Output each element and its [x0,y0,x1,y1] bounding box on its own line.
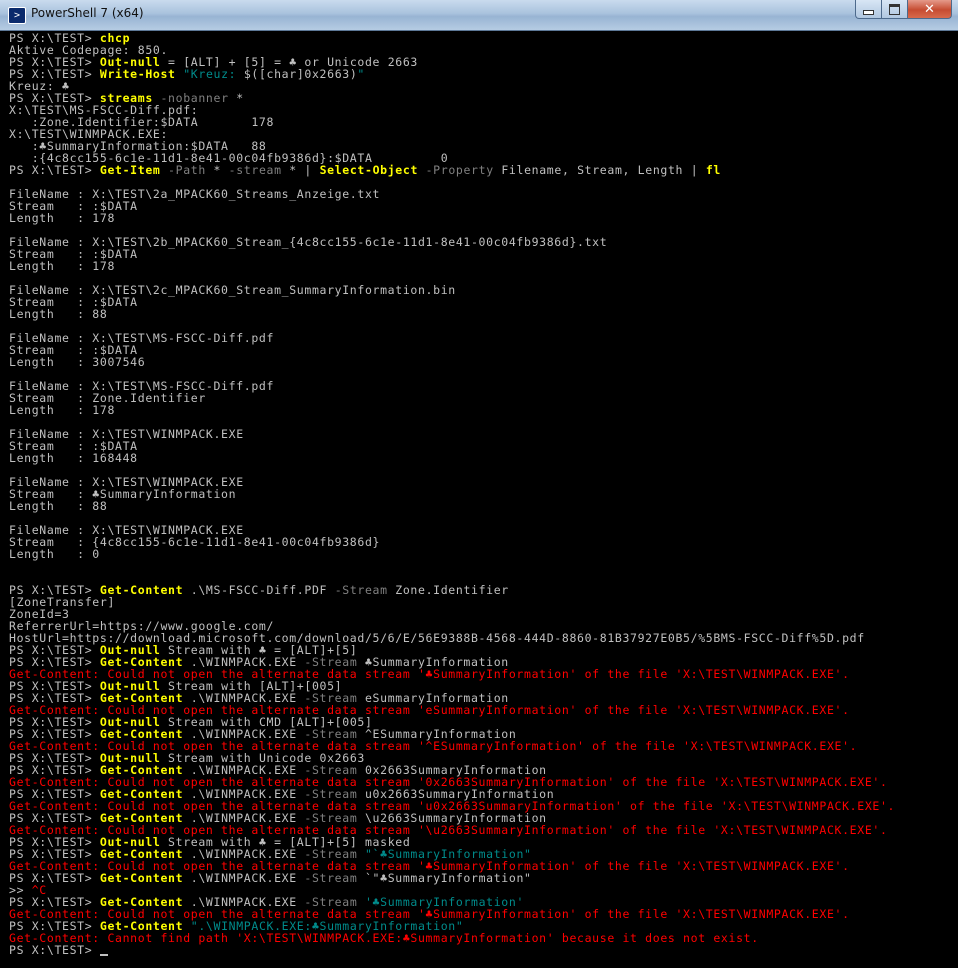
maximize-button[interactable] [882,0,908,19]
console-text-default: `"♣SummaryInformation" [357,871,532,885]
powershell-icon: > [8,7,26,24]
console-line: FileName : X:\TEST\2b_MPACK60_Stream_{4c… [9,236,954,248]
console-line: Length : 0 [9,548,954,560]
text-cursor [99,954,108,956]
console-text-default: Zone.Identifier [387,583,509,597]
console-line: FileName : X:\TEST\MS-FSCC-Diff.pdf [9,332,954,344]
console-text-default: Length : 178 [9,211,116,225]
console-text-default: .\MS-FSCC-Diff.PDF [183,583,335,597]
console-line: Stream : Zone.Identifier [9,392,954,404]
maximize-icon [889,3,900,15]
console-line: PS X:\TEST> [9,944,954,956]
console-line: PS X:\TEST> Get-Content .\MS-FSCC-Diff.P… [9,584,954,596]
console-text-parameter: -Stream [334,583,388,597]
console-text-command: Get-Item [99,163,161,177]
console-text-default: Length : 0 [9,547,100,561]
console-text-error: Get-Content: Cannot find path 'X:\TEST\W… [9,931,759,945]
window-title: PowerShell 7 (x64) [31,6,144,20]
console-text-string: "Kreuz: [183,67,244,81]
console-line: Length : 88 [9,308,954,320]
console-line: FileName : X:\TEST\2c_MPACK60_Stream_Sum… [9,284,954,296]
title-bar[interactable]: > PowerShell 7 (x64) ✕ [0,0,958,31]
console-line: [ZoneTransfer] [9,596,954,608]
console-text-default: PS X:\TEST> [9,943,100,957]
console-text-string: " [357,67,365,81]
console-line: Length : 88 [9,500,954,512]
console-line: Length : 168448 [9,452,954,464]
console-text-command: Get-Content [99,871,184,885]
console-text-default: .\WINMPACK.EXE [183,871,305,885]
console-line: Stream : :$DATA [9,200,954,212]
console-text-default: Length : 88 [9,307,108,321]
console-line: Get-Content: Cannot find path 'X:\TEST\W… [9,932,954,944]
console-text-parameter: -Property [418,163,494,177]
console-line: FileName : X:\TEST\WINMPACK.EXE [9,428,954,440]
console-line: Length : 3007546 [9,356,954,368]
console-line: Stream : :$DATA [9,440,954,452]
console-text-default: Length : 88 [9,499,108,513]
console-text-command: Write-Host [99,67,176,81]
powershell-window: > PowerShell 7 (x64) ✕ PS X:\TEST> chcp A… [0,0,958,968]
console-text-command: fl [705,163,721,177]
console-text-default: * [228,91,244,105]
console-text-default: * [205,163,229,177]
console-line: FileName : X:\TEST\2a_MPACK60_Streams_An… [9,188,954,200]
console-line: PS X:\TEST> Get-Content .\WINMPACK.EXE -… [9,872,954,884]
minimize-button[interactable] [855,0,882,19]
console-text-parameter: -stream [228,163,282,177]
console-line: Stream : {4c8cc155-6c1e-11d1-8e41-00c04f… [9,536,954,548]
console-text-default: $([char]0x2663) [243,67,358,81]
console-text-command: Select-Object [319,163,419,177]
close-button[interactable]: ✕ [908,0,952,19]
console-line: Stream : :$DATA [9,344,954,356]
console-line: Length : 178 [9,260,954,272]
console-line: PS X:\TEST> Write-Host "Kreuz: $([char]0… [9,68,954,80]
console-line: Length : 178 [9,404,954,416]
window-controls: ✕ [855,0,952,20]
console-line: Stream : :$DATA [9,248,954,260]
console-text-parameter: -Path [160,163,206,177]
console-text-default: Length : 178 [9,403,116,417]
minimize-icon [863,9,874,15]
console-text-default: * | [281,163,320,177]
close-icon: ✕ [924,1,935,17]
console-text-default: Length : 178 [9,259,116,273]
console-line: PS X:\TEST> Get-Item -Path * -stream * |… [9,164,954,176]
console-line: Stream : ♣SummaryInformation [9,488,954,500]
console-text-parameter: -Stream [304,871,358,885]
console-text-default: Length : 168448 [9,451,138,465]
console-line: Length : 178 [9,212,954,224]
console-output[interactable]: PS X:\TEST> chcp Aktive Codepage: 850. PS … [9,32,954,962]
console-line: Stream : :$DATA [9,296,954,308]
console-text-default: Length : 3007546 [9,355,146,369]
console-text-default: Filename, Stream, Length | [493,163,706,177]
console-text-default: PS X:\TEST> [9,163,100,177]
